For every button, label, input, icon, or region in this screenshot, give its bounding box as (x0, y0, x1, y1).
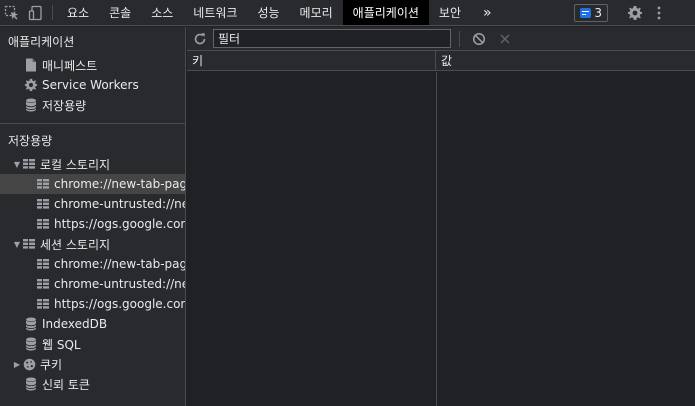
clear-all-icon (472, 32, 486, 45)
collapse-triangle-icon[interactable]: ▶ (12, 360, 22, 369)
data-grid-header: 키 값 (187, 51, 695, 71)
database-icon (24, 337, 38, 351)
table-grid-icon (36, 177, 50, 191)
tab-network[interactable]: 네트워크 (183, 0, 247, 25)
sidebar-item-label: https://ogs.google.com (54, 217, 186, 231)
sidebar-item-session-origin[interactable]: chrome-untrusted://new (0, 274, 185, 294)
expand-triangle-icon[interactable]: ▼ (12, 240, 22, 249)
storage-main-panel: 키 값 (187, 27, 695, 406)
storage-toolbar (187, 27, 695, 51)
sidebar-item-label: Service Workers (42, 78, 139, 92)
tab-application[interactable]: 애플리케이션 (342, 0, 429, 25)
tab-console[interactable]: 콘솔 (99, 0, 141, 25)
sidebar-divider (0, 123, 185, 124)
expand-triangle-icon[interactable]: ▼ (12, 160, 22, 169)
sidebar-item-label: 신뢰 토큰 (42, 377, 90, 392)
sidebar-item-session-origin[interactable]: https://ogs.google.com (0, 294, 185, 314)
sidebar-item-local-storage[interactable]: ▼ 로컬 스토리지 (0, 154, 185, 174)
column-divider (436, 72, 437, 406)
sidebar-section-title-storage: 저장용량 (8, 133, 53, 148)
table-grid-icon (22, 157, 36, 171)
panel-tabs: 요소 콘솔 소스 네트워크 성능 메모리 애플리케이션 보안 » (57, 0, 504, 25)
delete-selected-icon (500, 33, 510, 44)
tab-elements[interactable]: 요소 (57, 0, 99, 25)
sidebar-item-label: 세션 스토리지 (40, 237, 111, 252)
sidebar-item-cookies[interactable]: ▶ 쿠키 (0, 354, 185, 374)
table-grid-icon (36, 277, 50, 291)
sidebar-item-websql[interactable]: 웹 SQL (0, 334, 185, 354)
gear-icon (24, 78, 38, 92)
tab-performance[interactable]: 성능 (247, 0, 289, 25)
sidebar-item-local-origin[interactable]: https://ogs.google.com (0, 214, 185, 234)
sidebar-item-local-origin[interactable]: chrome://new-tab-page (0, 174, 185, 194)
tab-sources[interactable]: 소스 (141, 0, 183, 25)
column-header-key[interactable]: 키 (187, 51, 436, 70)
sidebar-item-label: 로컬 스토리지 (40, 157, 111, 172)
database-icon (24, 98, 38, 112)
sidebar-item-label: 저장용량 (42, 98, 87, 113)
issues-message-icon (580, 8, 592, 18)
sidebar-item-label: chrome-untrusted://new (54, 277, 186, 291)
sidebar-item-session-origin[interactable]: chrome://new-tab-page (0, 254, 185, 274)
sidebar-item-storage[interactable]: 저장용량 (0, 95, 185, 115)
tab-memory[interactable]: 메모리 (290, 0, 343, 25)
clear-all-button[interactable] (466, 27, 492, 51)
sidebar-item-trust-tokens[interactable]: 신뢰 토큰 (0, 374, 185, 394)
database-icon (24, 317, 38, 331)
data-grid-body[interactable] (187, 72, 695, 406)
table-grid-icon (36, 217, 50, 231)
table-grid-icon (36, 297, 50, 311)
cookie-icon (22, 357, 36, 371)
device-toolbar-icon[interactable] (24, 0, 48, 25)
toolbar-separator (459, 30, 460, 47)
issues-badge-button[interactable]: 3 (574, 4, 608, 22)
sidebar-item-session-storage[interactable]: ▼ 세션 스토리지 (0, 234, 185, 254)
refresh-button[interactable] (187, 27, 213, 51)
table-grid-icon (22, 237, 36, 251)
sidebar-item-indexeddb[interactable]: IndexedDB (0, 314, 185, 334)
inspect-element-icon[interactable] (0, 0, 24, 25)
kebab-menu-icon[interactable] (647, 5, 671, 21)
sidebar-item-label: chrome://new-tab-page (54, 177, 186, 191)
database-icon (24, 377, 38, 391)
sidebar-item-label: 쿠키 (40, 357, 63, 372)
refresh-icon (194, 32, 206, 44)
sidebar-item-label: IndexedDB (42, 317, 108, 331)
table-grid-icon (36, 257, 50, 271)
tab-security[interactable]: 보안 (429, 0, 471, 25)
filter-input[interactable] (213, 29, 451, 48)
column-header-value[interactable]: 값 (436, 51, 695, 70)
delete-selected-button[interactable] (492, 27, 518, 51)
sidebar-item-label: chrome://new-tab-page (54, 257, 186, 271)
sidebar-item-service-workers[interactable]: Service Workers (0, 75, 185, 95)
gear-icon[interactable] (623, 5, 647, 21)
more-tabs-button[interactable]: » (471, 0, 504, 25)
issues-count: 3 (594, 6, 602, 20)
sidebar-item-label: chrome-untrusted://new (54, 197, 186, 211)
application-sidebar: 애플리케이션 매니페스트 Service Workers 저장용량 저장용량 ▼… (0, 27, 186, 406)
sidebar-section-title-application: 애플리케이션 (8, 34, 75, 49)
sidebar-item-label: 웹 SQL (42, 337, 81, 352)
toolbar-separator (52, 5, 53, 20)
document-icon (24, 58, 38, 72)
sidebar-item-manifest[interactable]: 매니페스트 (0, 55, 185, 75)
sidebar-item-label: https://ogs.google.com (54, 297, 186, 311)
sidebar-item-label: 매니페스트 (42, 58, 98, 73)
sidebar-item-local-origin[interactable]: chrome-untrusted://new (0, 194, 185, 214)
table-grid-icon (36, 197, 50, 211)
devtools-tab-bar: 요소 콘솔 소스 네트워크 성능 메모리 애플리케이션 보안 » 3 (0, 0, 695, 26)
